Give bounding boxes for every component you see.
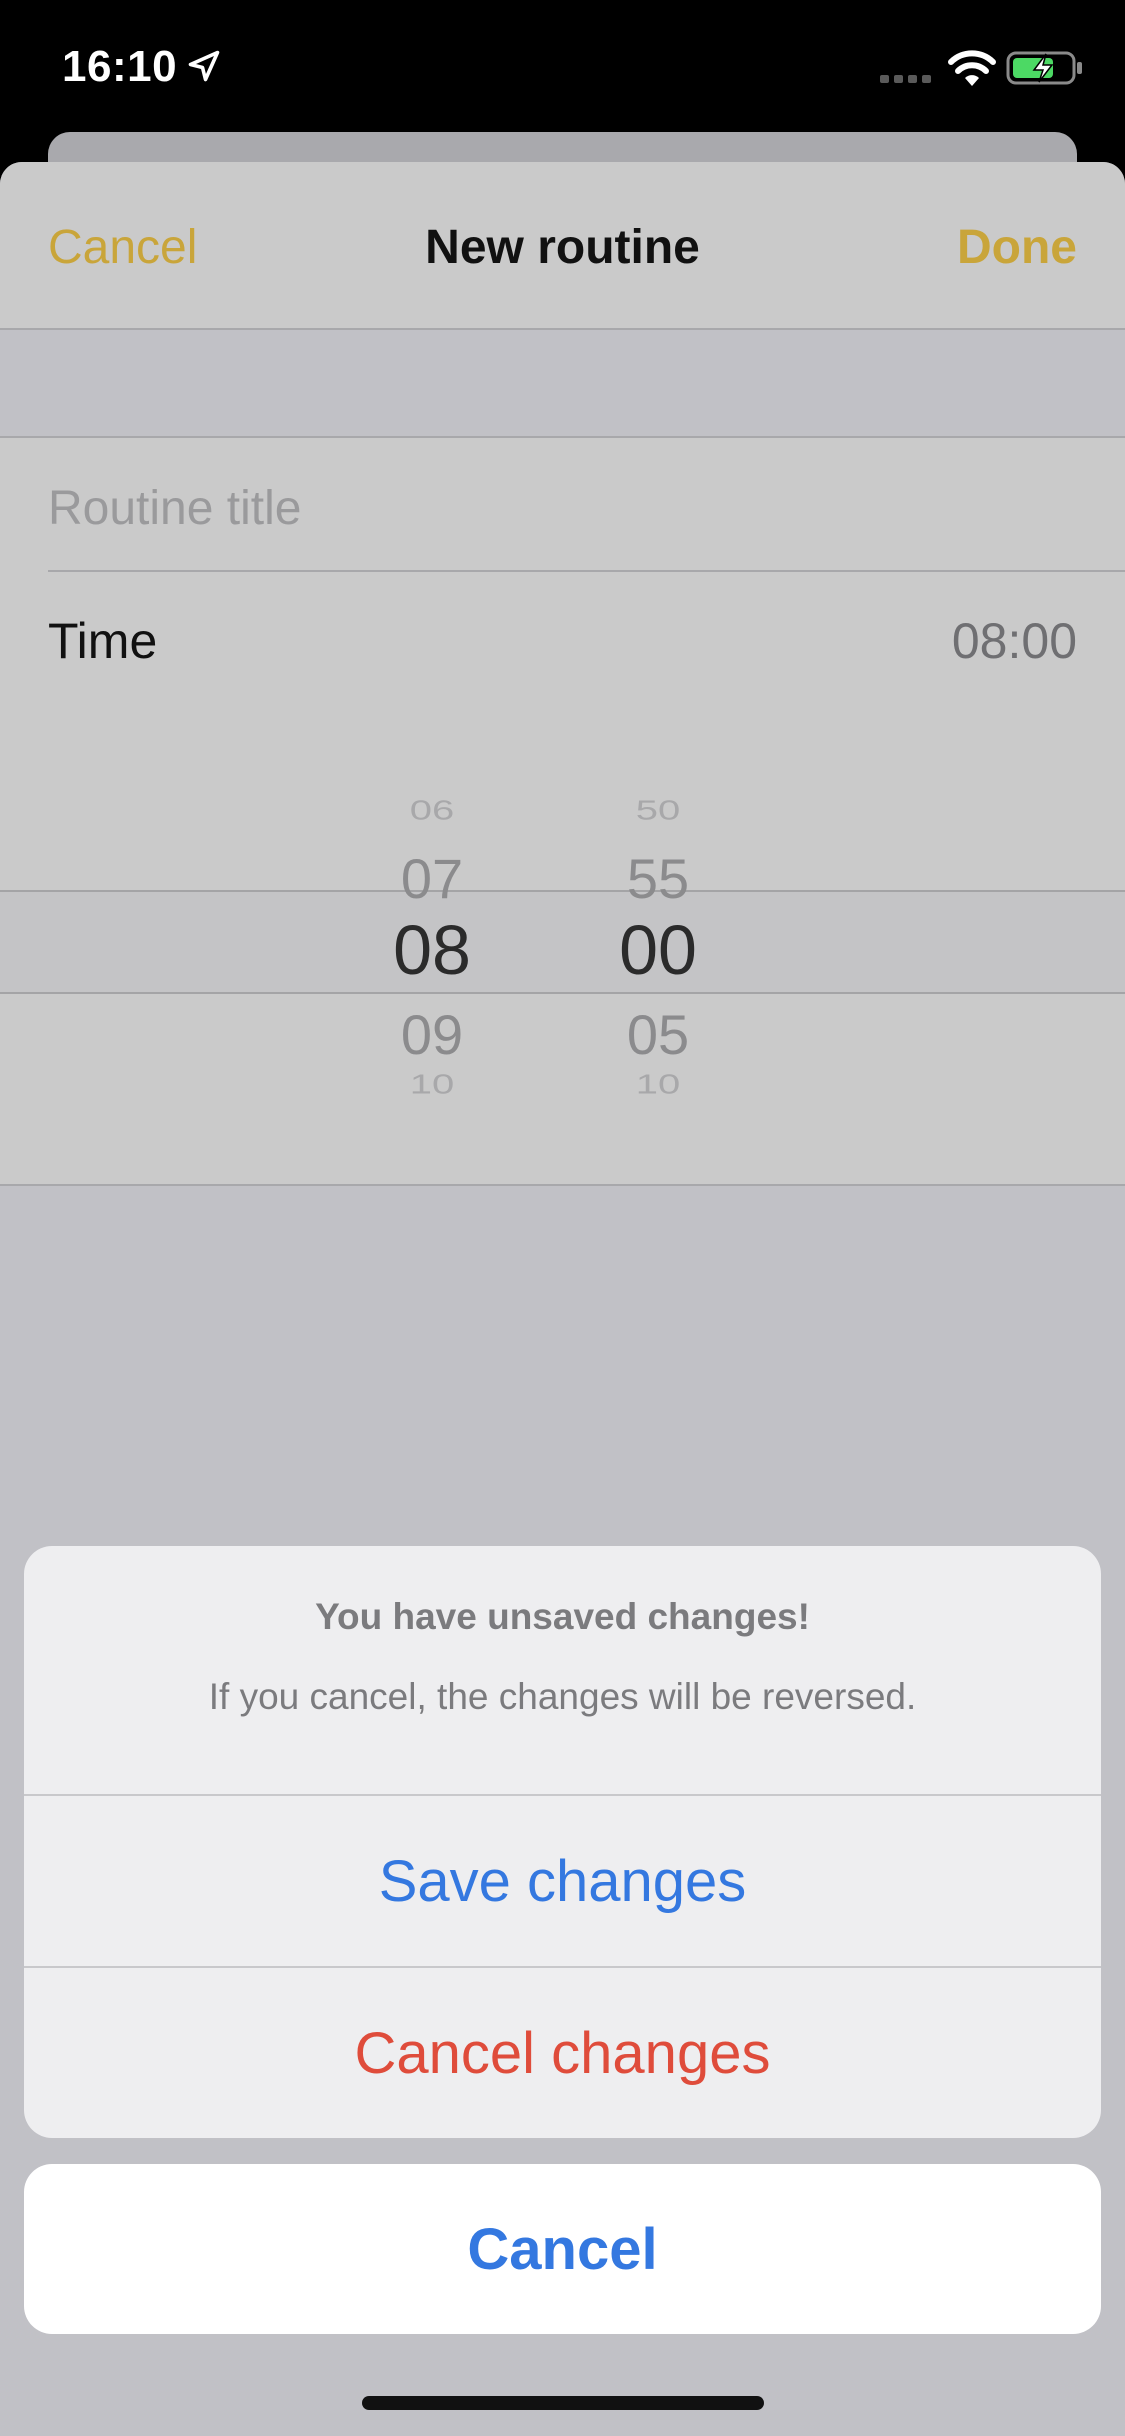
nav-done-button[interactable]: Done bbox=[957, 220, 1077, 275]
hour-option[interactable]: 06 bbox=[352, 795, 512, 827]
hour-option[interactable]: 07 bbox=[352, 846, 512, 911]
picker-selection-band bbox=[0, 890, 1125, 994]
time-picker[interactable]: 06 07 08 09 10 50 55 00 05 10 bbox=[0, 738, 1125, 1158]
cancel-changes-button[interactable]: Cancel changes bbox=[24, 1968, 1101, 2138]
battery-charging-icon bbox=[1006, 51, 1082, 85]
routine-form: Time 08:00 06 07 08 09 10 50 55 00 05 10 bbox=[0, 436, 1125, 1186]
signal-icon bbox=[880, 75, 931, 83]
location-arrow-icon bbox=[188, 50, 220, 82]
time-label: Time bbox=[48, 613, 158, 669]
wifi-icon bbox=[948, 50, 996, 86]
minute-option[interactable]: 55 bbox=[578, 846, 738, 911]
minute-option[interactable]: 10 bbox=[578, 1069, 738, 1101]
save-changes-button[interactable]: Save changes bbox=[24, 1796, 1101, 1966]
minute-option[interactable]: 50 bbox=[578, 795, 738, 827]
minute-option[interactable]: 05 bbox=[578, 1002, 738, 1067]
screen: 16:10 Cancel New routine Done Routine ti… bbox=[0, 0, 1125, 2436]
action-sheet-header: You have unsaved changes! If you cancel,… bbox=[24, 1546, 1101, 1794]
action-sheet-cancel-button[interactable]: Cancel bbox=[24, 2164, 1101, 2334]
action-sheet-title: You have unsaved changes! bbox=[315, 1596, 810, 1637]
unsaved-changes-action-sheet: You have unsaved changes! If you cancel,… bbox=[24, 1546, 1101, 2138]
title-row bbox=[0, 438, 1125, 570]
minute-selected[interactable]: 00 bbox=[578, 910, 738, 990]
home-indicator[interactable] bbox=[362, 2396, 764, 2410]
hour-wheel[interactable]: 06 07 08 09 10 bbox=[352, 738, 512, 1158]
hour-selected[interactable]: 08 bbox=[352, 910, 512, 990]
minute-wheel[interactable]: 50 55 00 05 10 bbox=[578, 738, 738, 1158]
action-sheet-message: If you cancel, the changes will be rever… bbox=[208, 1676, 917, 1717]
status-time: 16:10 bbox=[62, 42, 178, 91]
status-bar: 16:10 bbox=[0, 0, 1125, 140]
routine-title-input[interactable] bbox=[48, 478, 1078, 538]
navigation-bar: Cancel New routine Done bbox=[0, 162, 1125, 330]
time-value: 08:00 bbox=[951, 613, 1077, 669]
time-row[interactable]: Time 08:00 bbox=[0, 572, 1125, 704]
hour-option[interactable]: 10 bbox=[352, 1069, 512, 1101]
hour-option[interactable]: 09 bbox=[352, 1002, 512, 1067]
